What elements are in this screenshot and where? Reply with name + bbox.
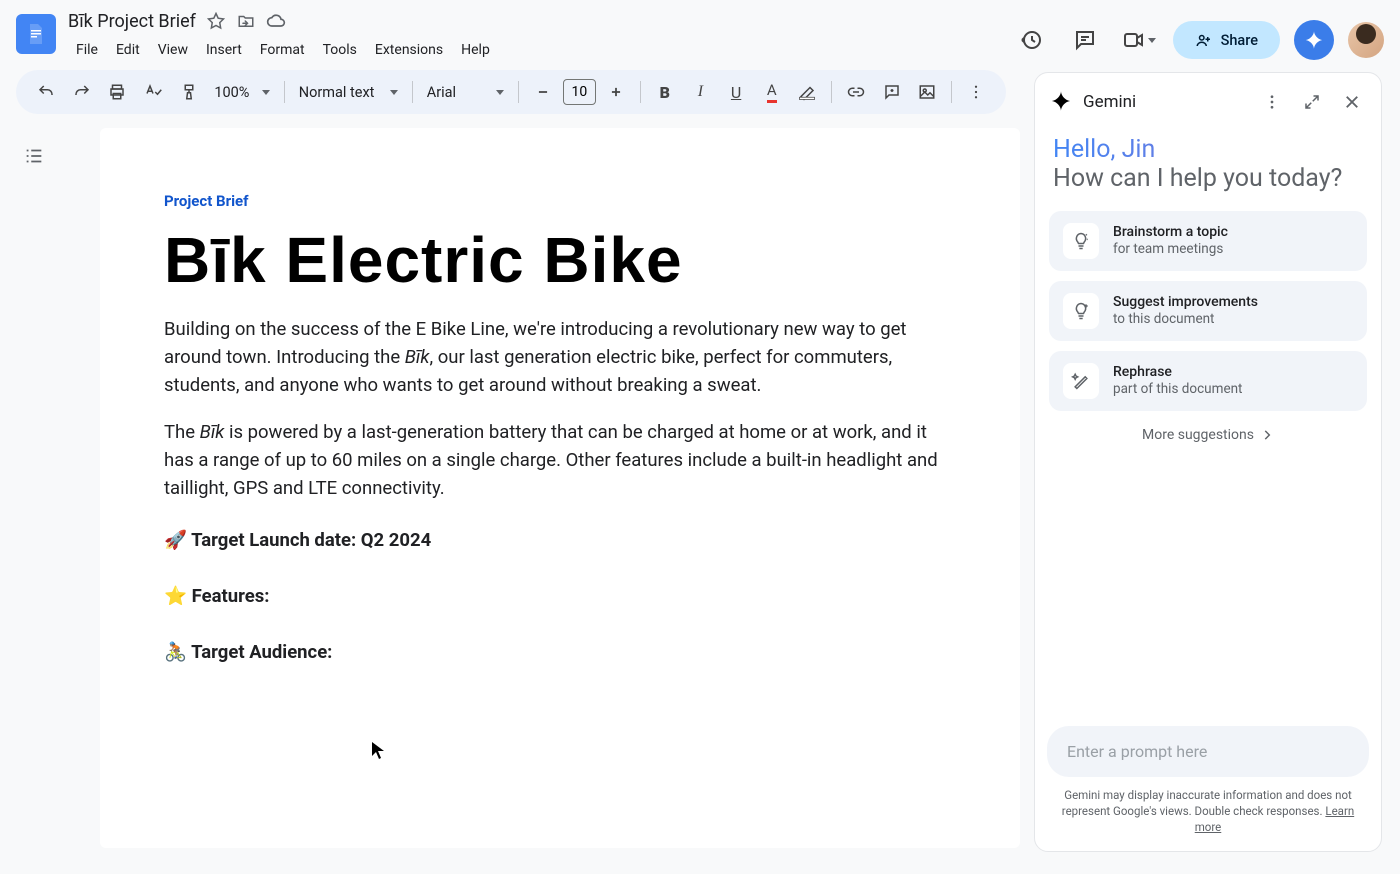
bold-button[interactable]: B xyxy=(649,76,681,108)
panel-title: Gemini xyxy=(1083,92,1247,112)
zoom-select[interactable]: 100% xyxy=(208,80,275,105)
doc-paragraph-1: Building on the success of the E Bike Li… xyxy=(164,316,956,399)
add-comment-button[interactable] xyxy=(876,76,908,108)
more-suggestions-button[interactable]: More suggestions xyxy=(1035,411,1381,459)
undo-button[interactable] xyxy=(30,76,62,108)
menu-file[interactable]: File xyxy=(68,38,106,62)
redo-button[interactable] xyxy=(66,76,98,108)
document-page[interactable]: Project Brief Bīk Electric Bike Building… xyxy=(100,128,1020,848)
doc-subtitle: Project Brief xyxy=(164,192,956,210)
prompt-input[interactable]: Enter a prompt here xyxy=(1047,726,1369,777)
paint-format-button[interactable] xyxy=(173,76,205,108)
spellcheck-button[interactable] xyxy=(137,76,169,108)
disclaimer-text: Gemini may display inaccurate informatio… xyxy=(1047,777,1369,839)
cloud-status-icon[interactable] xyxy=(266,11,286,31)
toolbar: 100% Normal text Arial 10 B I U A xyxy=(16,70,1006,114)
suggestion-card-rephrase[interactable]: Rephrasepart of this document xyxy=(1049,351,1367,411)
paragraph-style-select[interactable]: Normal text xyxy=(293,80,404,105)
menu-edit[interactable]: Edit xyxy=(108,38,148,62)
suggestion-card-improve[interactable]: Suggest improvementsto this document xyxy=(1049,281,1367,341)
move-icon[interactable] xyxy=(236,11,256,31)
greeting-prompt: How can I help you today? xyxy=(1053,164,1363,193)
star-icon[interactable] xyxy=(206,11,226,31)
more-toolbar-button[interactable] xyxy=(960,76,992,108)
lightbulb-icon xyxy=(1063,223,1099,259)
text-color-button[interactable]: A xyxy=(756,76,788,108)
meet-button[interactable] xyxy=(1119,20,1159,60)
mouse-cursor-icon xyxy=(372,742,386,760)
italic-button[interactable]: I xyxy=(685,76,717,108)
share-button[interactable]: Share xyxy=(1173,21,1280,59)
document-title[interactable]: Bīk Project Brief xyxy=(68,11,196,32)
menu-tools[interactable]: Tools xyxy=(315,38,365,62)
docs-app-icon[interactable] xyxy=(16,14,56,54)
doc-title-heading: Bīk Electric Bike xyxy=(164,228,956,292)
doc-paragraph-2: The Bīk is powered by a last-generation … xyxy=(164,419,956,502)
greeting-hello: Hello, Jin xyxy=(1053,135,1363,164)
font-size-increase[interactable] xyxy=(600,76,632,108)
menu-help[interactable]: Help xyxy=(453,38,498,62)
panel-close-icon[interactable] xyxy=(1337,87,1367,117)
highlight-color-button[interactable] xyxy=(792,76,824,108)
underline-button[interactable]: U xyxy=(720,76,752,108)
history-icon[interactable] xyxy=(1011,20,1051,60)
gemini-side-panel: Gemini Hello, Jin How can I help you tod… xyxy=(1034,72,1382,852)
print-button[interactable] xyxy=(101,76,133,108)
menu-view[interactable]: View xyxy=(150,38,196,62)
menu-format[interactable]: Format xyxy=(252,38,313,62)
menu-extensions[interactable]: Extensions xyxy=(367,38,451,62)
outline-toggle-icon[interactable] xyxy=(16,138,52,174)
section-launch-date: 🚀 Target Launch date: Q2 2024 xyxy=(164,529,956,551)
magic-wand-icon xyxy=(1063,363,1099,399)
lightbulb-plus-icon xyxy=(1063,293,1099,329)
gemini-logo-icon xyxy=(1049,90,1073,114)
menu-insert[interactable]: Insert xyxy=(198,38,250,62)
gemini-spark-icon[interactable] xyxy=(1294,20,1334,60)
comments-icon[interactable] xyxy=(1065,20,1105,60)
menu-bar: File Edit View Insert Format Tools Exten… xyxy=(68,34,1011,62)
account-avatar[interactable] xyxy=(1348,22,1384,58)
font-size-decrease[interactable] xyxy=(527,76,559,108)
font-size-input[interactable]: 10 xyxy=(563,79,597,105)
suggestion-card-brainstorm[interactable]: Brainstorm a topicfor team meetings xyxy=(1049,211,1367,271)
share-label: Share xyxy=(1221,32,1258,49)
font-select[interactable]: Arial xyxy=(421,80,510,105)
section-features: ⭐ Features: xyxy=(164,585,956,607)
section-audience: 🚴🏽 Target Audience: xyxy=(164,641,956,663)
insert-link-button[interactable] xyxy=(840,76,872,108)
panel-expand-icon[interactable] xyxy=(1297,87,1327,117)
panel-more-icon[interactable] xyxy=(1257,87,1287,117)
insert-image-button[interactable] xyxy=(912,76,944,108)
